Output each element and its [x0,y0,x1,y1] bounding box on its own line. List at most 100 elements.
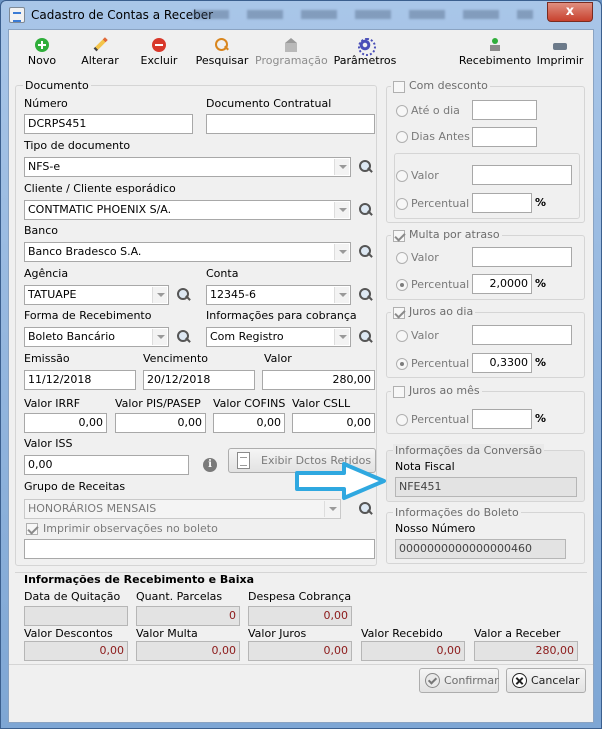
valor-multa-label: Valor Multa [136,627,198,640]
recebimento-button[interactable]: Recebimento [457,32,533,72]
percent-symbol: % [535,356,547,369]
search-icon[interactable] [177,330,191,344]
programacao-button[interactable]: Programação [255,32,328,72]
desconto-valor-field[interactable] [472,165,572,185]
desconto-percentual-field[interactable] [472,193,532,213]
desconto-percentual-radio[interactable] [396,198,408,210]
juros-mes-percentual-field[interactable] [472,409,532,429]
com-desconto-checkbox[interactable] [393,81,405,93]
chevron-down-icon[interactable] [152,287,167,303]
multa-percentual-radio[interactable] [396,279,408,291]
confirmar-button[interactable]: Confirmar [419,668,499,693]
juros-mes-checkbox[interactable] [393,386,405,398]
footer-divider [9,664,593,665]
search-icon[interactable] [359,330,373,344]
imprimir-observacoes-checkbox[interactable] [26,523,38,535]
juros-dia-percentual-radio[interactable] [396,358,408,370]
search-icon[interactable] [359,160,373,174]
dias-antes-label: Dias Antes [411,130,470,143]
irrf-field[interactable]: 0,00 [24,413,107,433]
info-cobranca-select[interactable]: Com Registro [206,327,351,347]
documento-group-title: Documento [23,79,91,92]
grupo-receitas-select[interactable]: HONORÁRIOS MENSAIS [24,499,341,519]
imprimir-button[interactable]: Imprimir [535,32,585,72]
numero-field[interactable]: DCRPS451 [24,114,193,134]
juros-dia-checkbox[interactable] [393,307,405,319]
multa-valor-field[interactable] [472,247,572,267]
alterar-label: Alterar [81,54,119,67]
valor-field[interactable]: 280,00 [262,370,375,390]
agencia-label: Agência [24,267,69,280]
conversao-group-title: Informações da Conversão [393,444,544,457]
chevron-down-icon[interactable] [334,244,349,260]
data-quitacao-field [24,606,128,626]
observacoes-field[interactable] [24,539,375,559]
pesquisar-button[interactable]: Pesquisar [192,32,252,72]
juros-dia-valor-radio[interactable] [396,330,408,342]
title-bar[interactable]: Cadastro de Contas a Receber x [1,1,601,29]
chevron-down-icon[interactable] [334,329,349,345]
chevron-down-icon[interactable] [334,202,349,218]
cofins-field[interactable]: 0,00 [213,413,285,433]
valor-a-receber-field: 280,00 [474,641,578,661]
cancelar-button[interactable]: Cancelar [506,668,586,693]
info-icon[interactable]: i [203,458,217,472]
imprimir-label: Imprimir [536,54,584,67]
iss-label: Valor ISS [24,437,73,450]
ate-o-dia-field[interactable] [472,100,537,120]
search-icon[interactable] [177,288,191,302]
money-icon [488,38,502,52]
forma-recebimento-select[interactable]: Boleto Bancário [24,327,169,347]
cliente-select[interactable]: CONTMATIC PHOENIX S/A. [24,200,351,220]
dias-antes-radio[interactable] [396,131,408,143]
vencimento-label: Vencimento [143,352,209,365]
toolbar: Novo Alterar Excluir Pesquisar Programaç… [9,30,593,74]
emissao-field[interactable]: 11/12/2018 [24,370,136,390]
iss-field[interactable]: 0,00 [24,455,189,475]
search-icon[interactable] [359,502,373,516]
blurred-background-menu [193,10,533,19]
quant-parcelas-label: Quant. Parcelas [136,590,223,603]
juros-dia-valor-field[interactable] [472,325,572,345]
tipo-documento-select[interactable]: NFS-e [24,157,351,177]
desconto-valor-radio[interactable] [396,170,408,182]
despesa-cobranca-label: Despesa Cobrança [248,590,352,603]
juros-dia-percentual-field[interactable]: 0,3300 [472,353,532,373]
chevron-down-icon[interactable] [334,159,349,175]
search-icon[interactable] [359,203,373,217]
csll-field[interactable]: 0,00 [292,413,375,433]
pis-label: Valor PIS/PASEP [115,397,201,410]
pis-field[interactable]: 0,00 [115,413,206,433]
conta-select[interactable]: 12345-6 [206,285,351,305]
search-icon[interactable] [359,288,373,302]
juros-mes-percentual-radio[interactable] [396,414,408,426]
close-button[interactable]: x [547,2,593,22]
percent-symbol: % [535,196,547,209]
parametros-button[interactable]: Parâmetros [333,32,397,72]
confirmar-label: Confirmar [444,674,499,687]
agencia-value: TATUAPE [28,288,77,301]
agencia-select[interactable]: TATUAPE [24,285,169,305]
dias-antes-field[interactable] [472,127,537,147]
documento-contratual-field[interactable] [206,114,375,134]
search-icon[interactable] [359,245,373,259]
chevron-down-icon[interactable] [152,329,167,345]
conta-label: Conta [206,267,239,280]
multa-percentual-field[interactable]: 2,0000 [472,274,532,294]
juros-dia-percentual-label: Percentual [411,357,470,370]
excluir-button[interactable]: Excluir [135,32,183,72]
pencil-icon [90,35,110,55]
banco-select[interactable]: Banco Bradesco S.A. [24,242,351,262]
chevron-down-icon[interactable] [334,287,349,303]
alterar-button[interactable]: Alterar [75,32,125,72]
multa-checkbox[interactable] [393,230,405,242]
multa-valor-radio[interactable] [396,252,408,264]
multa-valor-label: Valor [411,251,439,264]
ate-o-dia-radio[interactable] [396,105,408,117]
vencimento-field[interactable]: 20/12/2018 [143,370,255,390]
multa-percentual-label: Percentual [411,278,470,291]
chevron-down-icon[interactable] [324,501,339,517]
novo-button[interactable]: Novo [19,32,65,72]
callout-arrow-icon [295,462,386,500]
banco-label: Banco [24,224,59,237]
